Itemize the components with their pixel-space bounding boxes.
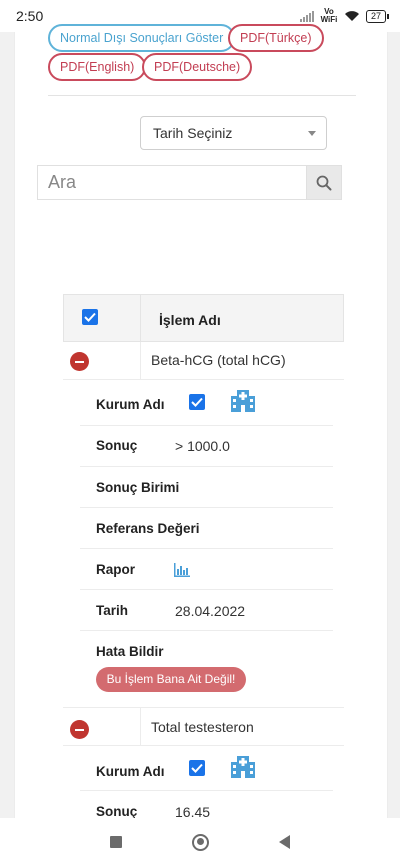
date-label: Tarih	[96, 603, 129, 618]
check-icon	[191, 763, 203, 773]
result-label: Sonuç	[96, 438, 138, 453]
collapse-row-button[interactable]	[70, 720, 89, 739]
detail-divider	[80, 425, 333, 426]
status-icons: Vo WiFi 27	[299, 7, 390, 24]
check-icon	[84, 312, 96, 322]
not-mine-button[interactable]: Bu İşlem Bana Ait Değil!	[96, 667, 246, 692]
recent-apps-icon[interactable]	[110, 836, 122, 848]
battery-icon: 27	[365, 9, 390, 23]
detail-divider	[80, 466, 333, 467]
back-icon[interactable]	[279, 835, 290, 849]
caret-down-icon	[308, 131, 316, 136]
reference-value-label: Referans Değeri	[96, 521, 200, 536]
hospital-icon[interactable]	[230, 753, 256, 779]
pdf-turkish-button[interactable]: PDF(Türkçe)	[228, 24, 324, 52]
select-all-checkbox[interactable]	[82, 309, 98, 325]
date-select-label: Tarih Seçiniz	[153, 125, 233, 141]
result-unit-label: Sonuç Birimi	[96, 480, 180, 495]
collapse-row-button[interactable]	[70, 352, 89, 371]
row-divider	[63, 379, 344, 380]
home-icon[interactable]	[192, 833, 209, 851]
check-icon	[191, 397, 203, 407]
result-value: > 1000.0	[175, 438, 230, 454]
search-icon	[316, 175, 332, 190]
bar-chart-icon[interactable]	[174, 563, 190, 577]
hospital-icon[interactable]	[230, 387, 256, 413]
institution-checkbox[interactable]	[189, 394, 205, 410]
abnormal-results-button[interactable]: Normal Dışı Sonuçları Göster	[48, 24, 236, 52]
system-navigation-bar	[0, 818, 400, 866]
vowifi-label: Vo WiFi	[320, 7, 338, 24]
search-input[interactable]	[37, 165, 307, 200]
detail-divider	[80, 790, 333, 791]
pdf-german-button[interactable]: PDF(Deutsche)	[142, 53, 253, 81]
detail-divider	[80, 589, 333, 590]
signal-icon	[299, 10, 314, 22]
detail-divider	[80, 507, 333, 508]
result-label: Sonuç	[96, 804, 138, 819]
report-label: Rapor	[96, 562, 136, 577]
date-value: 28.04.2022	[175, 603, 246, 619]
search-button[interactable]	[306, 165, 342, 200]
wifi-icon	[344, 11, 359, 21]
status-time: 2:50	[16, 8, 44, 24]
institution-label: Kurum Adı	[96, 764, 165, 779]
institution-label: Kurum Adı	[96, 397, 165, 412]
date-select[interactable]: Tarih Seçiniz	[140, 116, 327, 150]
detail-divider	[80, 548, 333, 549]
institution-checkbox[interactable]	[189, 760, 205, 776]
pdf-english-button[interactable]: PDF(English)	[48, 53, 147, 81]
row-title: Beta-hCG (total hCG)	[151, 352, 286, 368]
row-title: Total testesteron	[151, 719, 254, 735]
column-header-operation: İşlem Adı	[159, 312, 221, 328]
header-separator	[140, 294, 141, 342]
detail-divider	[80, 630, 333, 631]
row-divider	[63, 745, 344, 746]
report-error-label: Hata Bildir	[96, 644, 164, 659]
filters-divider	[48, 95, 356, 96]
